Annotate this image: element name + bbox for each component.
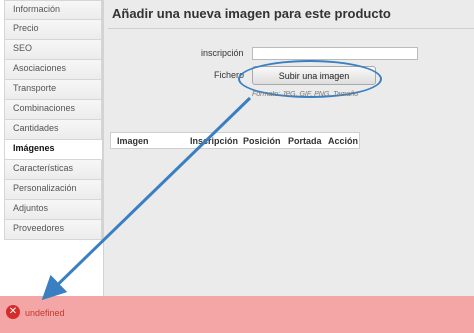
error-x-icon: ✕ [6, 305, 20, 319]
column-header-portada: Portada [288, 136, 322, 146]
column-header-posicion: Posición [243, 136, 281, 146]
error-notification-bar: ✕ undefined [0, 296, 474, 333]
tab-precio[interactable]: Precio [4, 20, 102, 40]
format-hint: Formato: JPG, GIF, PNG. Tamaño [252, 91, 359, 98]
tab-proveedores[interactable]: Proveedores [4, 220, 102, 240]
tab-asociaciones[interactable]: Asociaciones [4, 60, 102, 80]
product-tabs-sidebar: Información Precio SEO Asociaciones Tran… [0, 0, 103, 240]
column-header-accion: Acción [328, 136, 359, 146]
tab-transporte[interactable]: Transporte [4, 80, 102, 100]
inscription-label: inscripción [201, 48, 244, 58]
tab-combinaciones[interactable]: Combinaciones [4, 100, 102, 120]
tab-personalizacion[interactable]: Personalización [4, 180, 102, 200]
tab-cantidades[interactable]: Cantidades [4, 120, 102, 140]
image-upload-panel: Añadir una nueva imagen para este produc… [103, 0, 474, 296]
error-message: undefined [25, 308, 65, 318]
tab-imagenes[interactable]: Imágenes [4, 140, 102, 160]
tab-informacion[interactable]: Información [4, 0, 102, 20]
file-label: Fichero [214, 70, 245, 80]
tab-caracteristicas[interactable]: Características [4, 160, 102, 180]
page-title: Añadir una nueva imagen para este produc… [112, 6, 391, 21]
inscription-input[interactable] [252, 47, 418, 60]
column-header-imagen: Imagen [117, 136, 149, 146]
images-table-header: Imagen Inscripción Posición Portada Acci… [110, 132, 360, 149]
tab-seo[interactable]: SEO [4, 40, 102, 60]
column-header-inscripcion: Inscripción [190, 136, 239, 146]
upload-image-button[interactable]: Subir una imagen [252, 66, 376, 85]
title-divider [108, 28, 474, 29]
tab-adjuntos[interactable]: Adjuntos [4, 200, 102, 220]
